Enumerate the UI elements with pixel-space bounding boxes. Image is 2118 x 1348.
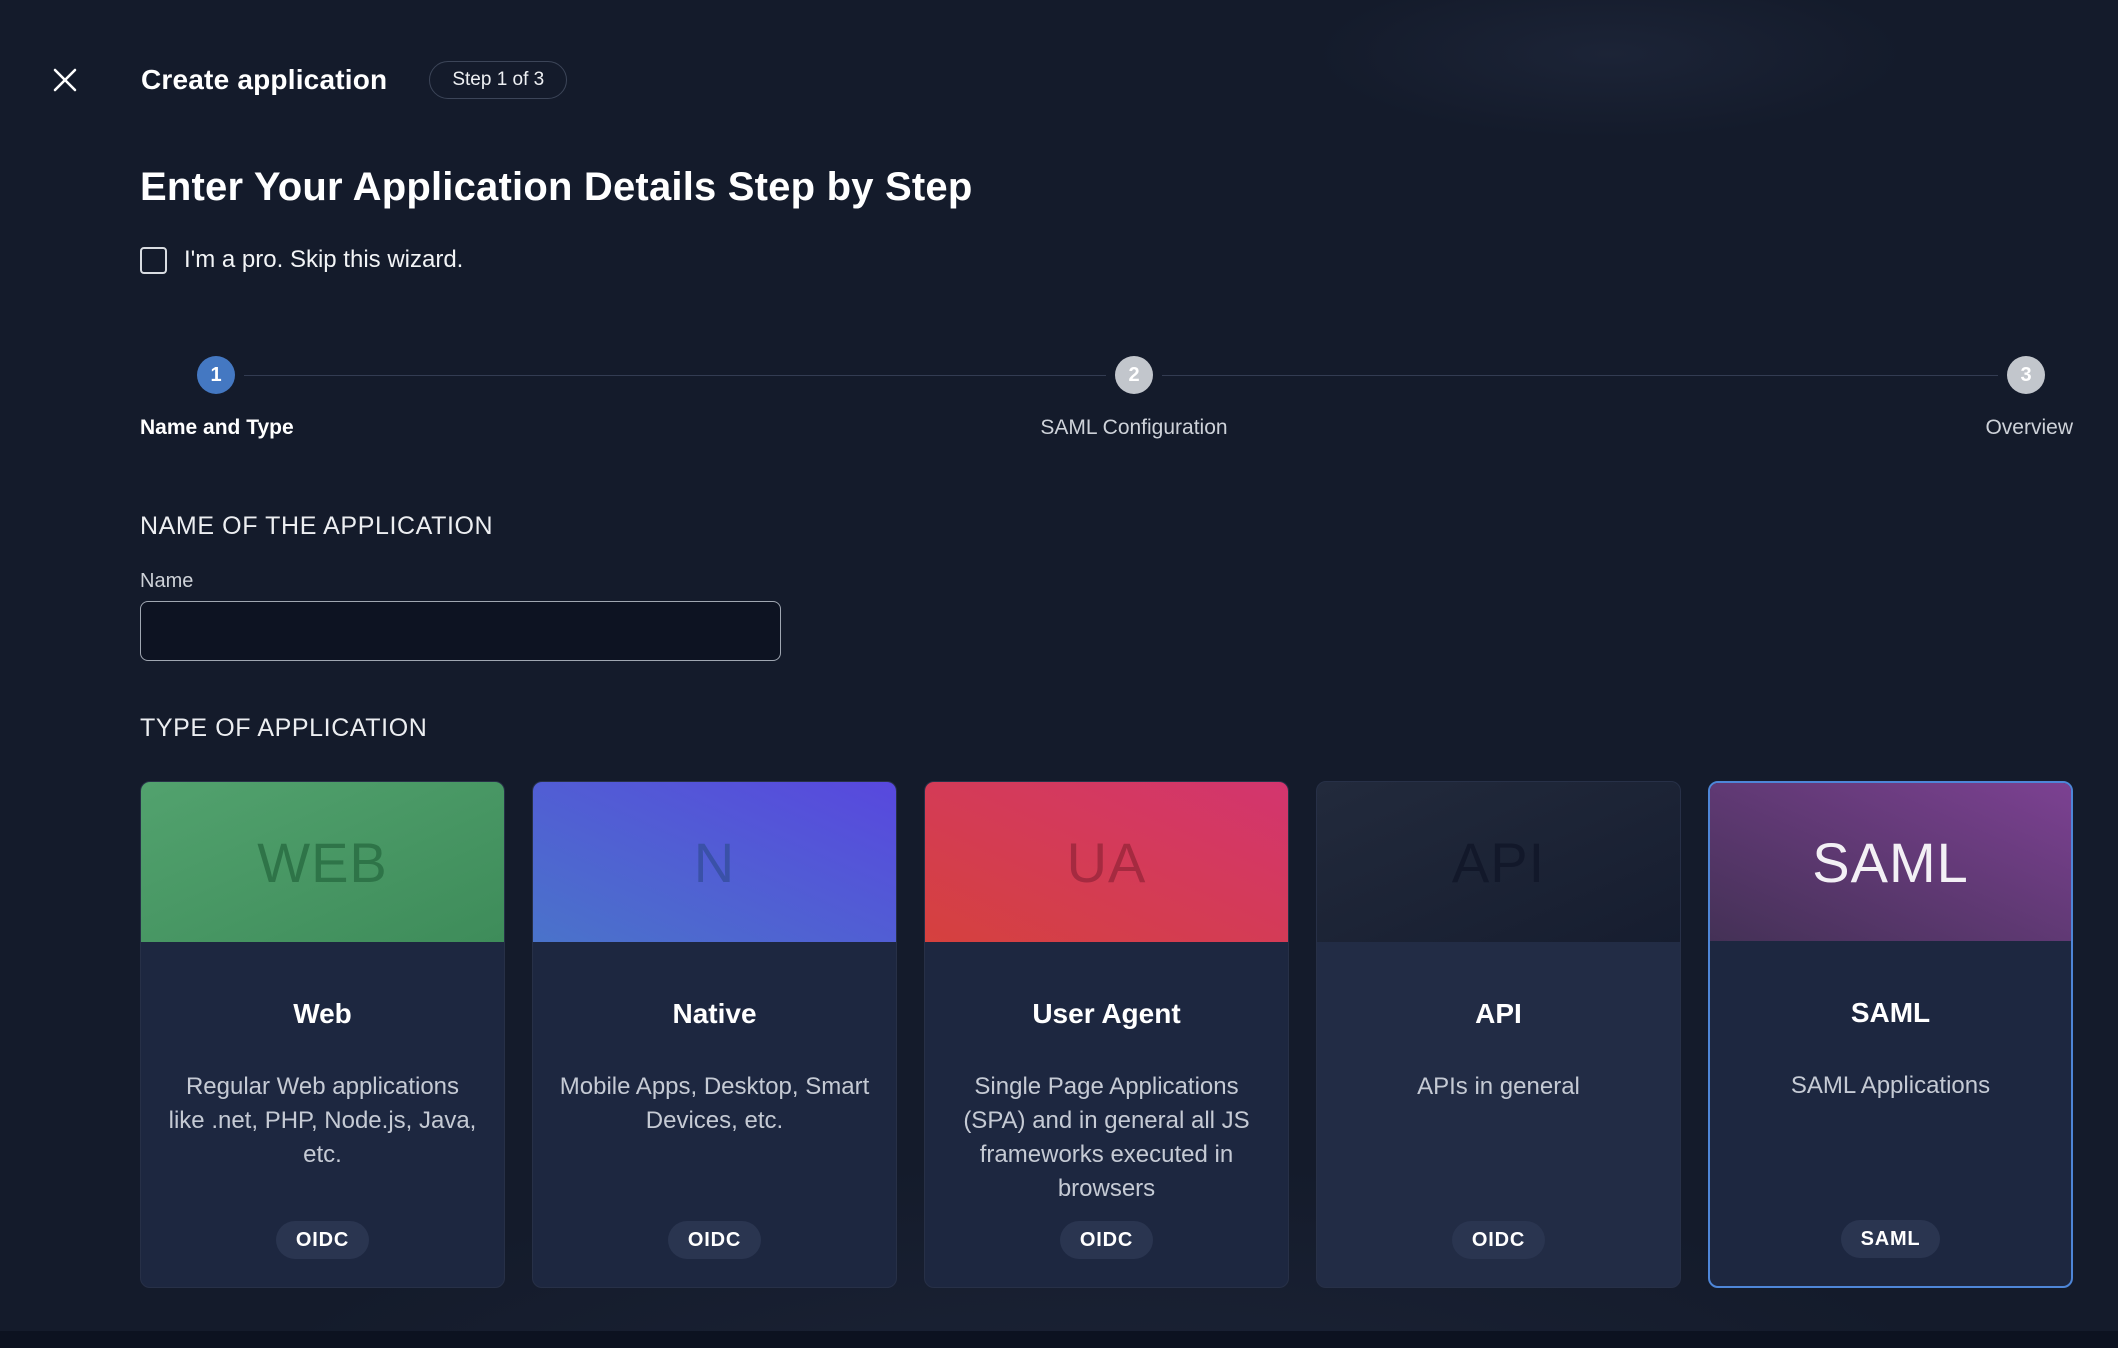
step-circle-1: 1 — [197, 356, 235, 394]
step-circle-2: 2 — [1115, 356, 1153, 394]
card-protocol-badge: OIDC — [1059, 1221, 1154, 1259]
card-title: User Agent — [1032, 998, 1181, 1029]
stepper-connector-line — [1162, 375, 1998, 376]
card-protocol-badge: OIDC — [667, 1221, 762, 1259]
card-body: SAML SAML Applications SAML — [1710, 941, 2071, 1286]
card-header-letter: N — [693, 830, 736, 894]
card-header-letter: SAML — [1812, 830, 1969, 894]
app-type-card-web[interactable]: WEB Web Regular Web applications like .net… — [140, 781, 505, 1288]
card-header-letter: UA — [1066, 830, 1147, 894]
app-type-card-native[interactable]: N Native Mobile Apps, Desktop, Smart Devic… — [532, 781, 897, 1288]
card-title: SAML — [1850, 997, 1931, 1028]
card-body: API APIs in general OIDC — [1317, 942, 1680, 1287]
skip-wizard-checkbox[interactable] — [140, 246, 167, 274]
card-description: Regular Web applications like .net, PHP,… — [168, 1073, 477, 1169]
card-description: SAML Applications — [1790, 1072, 1991, 1099]
name-field-label: Name — [140, 570, 194, 592]
card-body: User Agent Single Page Applications (SPA)… — [925, 942, 1288, 1287]
name-input[interactable] — [140, 601, 781, 661]
card-protocol-badge: SAML — [1840, 1220, 1941, 1258]
card-protocol-badge: OIDC — [275, 1221, 370, 1259]
bottom-edge — [0, 1331, 2118, 1348]
type-section-title: TYPE OF APPLICATION — [140, 714, 428, 742]
name-section-title: NAME OF THE APPLICATION — [140, 512, 494, 540]
wizard-heading: Enter Your Application Details Step by S… — [140, 165, 973, 209]
wizard-content: Enter Your Application Details Step by S… — [0, 165, 2118, 1288]
card-header-letter: WEB — [257, 830, 388, 894]
skip-wizard-row[interactable]: I'm a pro. Skip this wizard. — [140, 246, 463, 274]
app-type-card-saml[interactable]: SAML SAML SAML Applications SAML — [1708, 781, 2073, 1288]
stepper-connector-line — [244, 375, 1106, 376]
card-header-user-agent: UA — [925, 782, 1288, 942]
step-label-name-and-type: Name and Type — [140, 416, 294, 439]
card-description: APIs in general — [1417, 1073, 1580, 1100]
card-protocol-badge: OIDC — [1451, 1221, 1546, 1259]
card-title: Native — [672, 998, 757, 1029]
stepper: 1 2 3 Name and Type SAML Configuration O… — [140, 356, 2073, 448]
app-type-cards: WEB Web Regular Web applications like .net… — [140, 781, 2073, 1288]
close-icon — [50, 65, 80, 95]
card-description: Mobile Apps, Desktop, Smart Devices, etc… — [559, 1073, 870, 1135]
app-type-card-api[interactable]: API API APIs in general OIDC — [1316, 781, 1681, 1288]
create-application-wizard: Create application Step 1 of 3 Enter You… — [0, 0, 2118, 1288]
app-type-card-user-agent[interactable]: UA User Agent Single Page Applications (SP… — [924, 781, 1289, 1288]
card-header-api: API — [1317, 782, 1680, 942]
step-label-saml-configuration: SAML Configuration — [1040, 416, 1228, 439]
card-body: Web Regular Web applications like .net, P… — [141, 942, 504, 1287]
card-header-native: N — [533, 782, 896, 942]
close-button[interactable] — [45, 60, 85, 100]
card-header-letter: API — [1451, 830, 1546, 894]
wizard-header: Create application Step 1 of 3 — [0, 0, 2118, 105]
card-header-saml: SAML — [1710, 783, 2071, 941]
step-indicator-badge: Step 1 of 3 — [429, 61, 568, 99]
card-title: Web — [293, 998, 352, 1029]
card-body: Native Mobile Apps, Desktop, Smart Device… — [533, 942, 896, 1287]
card-header-web: WEB — [141, 782, 504, 942]
page-title: Create application — [141, 64, 388, 95]
step-label-overview: Overview — [1985, 416, 2073, 439]
step-circle-3: 3 — [2007, 356, 2045, 394]
card-description: Single Page Applications (SPA) and in ge… — [963, 1073, 1250, 1203]
card-title: API — [1475, 998, 1522, 1029]
skip-wizard-label: I'm a pro. Skip this wizard. — [184, 246, 464, 273]
